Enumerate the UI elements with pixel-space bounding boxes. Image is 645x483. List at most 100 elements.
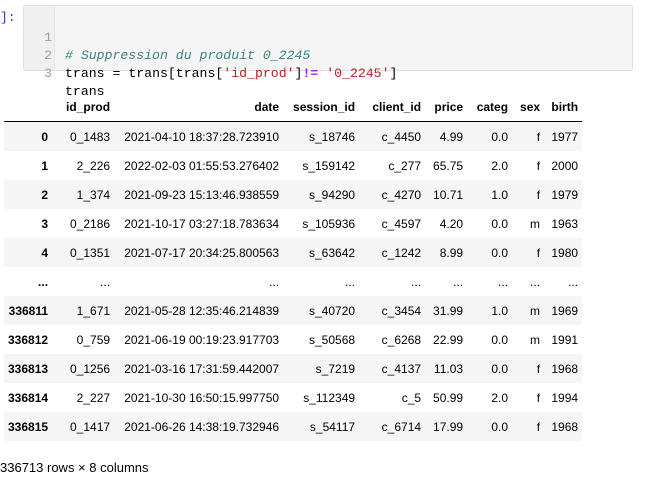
cell-client-id: c_4597 bbox=[381, 216, 422, 231]
cell-id-prod: 1_374 bbox=[76, 187, 111, 202]
cell-client-id: c_6268 bbox=[381, 332, 422, 347]
table-header: id_prod date session_id client_id price … bbox=[4, 92, 583, 122]
cell-session-id: s_54117 bbox=[309, 419, 356, 434]
cell-client-id: ... bbox=[411, 274, 422, 289]
cell-session-id: s_18746 bbox=[309, 129, 356, 144]
code-token: ] bbox=[389, 66, 398, 81]
cell-birth: 1991 bbox=[551, 332, 579, 347]
cell-client-id: c_4137 bbox=[381, 361, 422, 376]
cell-sex: f bbox=[536, 390, 541, 405]
cell-date: 2022-02-03 01:55:53.276402 bbox=[124, 158, 280, 173]
input-prompt: ]: bbox=[0, 10, 16, 25]
row-index: 336813 bbox=[8, 361, 49, 376]
cell-session-id: s_7219 bbox=[315, 361, 356, 376]
cell-client-id: c_277 bbox=[388, 158, 422, 173]
cell-categ: 0.0 bbox=[491, 129, 509, 144]
cell-price: 22.99 bbox=[433, 332, 464, 347]
cell-date: 2021-06-26 14:38:19.732946 bbox=[124, 419, 280, 434]
table-body: 0 0_1483 2021-04-10 18:37:28.723910 s_18746… bbox=[4, 121, 583, 441]
cell-price: 31.99 bbox=[433, 303, 464, 318]
cell-price: 11.03 bbox=[433, 361, 464, 376]
code-token: trans[trans[ bbox=[128, 66, 224, 81]
cell-session-id: s_105936 bbox=[302, 216, 356, 231]
row-index: 0 bbox=[41, 129, 49, 144]
cell-categ: 0.0 bbox=[491, 245, 509, 260]
row-index: 336815 bbox=[8, 419, 49, 434]
cell-categ: 0.0 bbox=[491, 216, 509, 231]
cell-birth: 1963 bbox=[551, 216, 579, 231]
cell-price: 17.99 bbox=[433, 419, 464, 434]
cell-price: 50.99 bbox=[433, 390, 464, 405]
code-line-2: 2 trans = trans[trans['id_prod']!= '0_22… bbox=[24, 29, 632, 81]
table-row: 2 1_374 2021-09-23 15:13:46.938559 s_94290 c… bbox=[4, 180, 583, 209]
row-index: 3 bbox=[41, 216, 49, 231]
cell-id-prod: 1_671 bbox=[76, 303, 111, 318]
column-header-client-id: client_id bbox=[359, 92, 426, 122]
cell-sex: m bbox=[530, 332, 541, 347]
cell-birth: ... bbox=[568, 274, 579, 289]
cell-categ: 0.0 bbox=[491, 361, 509, 376]
cell-id-prod: 0_1351 bbox=[70, 245, 111, 260]
cell-categ: 0.0 bbox=[491, 332, 509, 347]
cell-birth: 1968 bbox=[551, 361, 579, 376]
row-index: ... bbox=[38, 274, 49, 289]
dataframe-shape: 336713 rows × 8 columns bbox=[0, 460, 149, 475]
cell-date: 2021-10-17 03:27:18.783634 bbox=[124, 216, 280, 231]
cell-client-id: c_6714 bbox=[381, 419, 422, 434]
row-index: 2 bbox=[41, 187, 49, 202]
table-row: 336815 0_1417 2021-06-26 14:38:19.732946 s_… bbox=[4, 412, 583, 441]
cell-sex: f bbox=[536, 419, 541, 434]
column-header-session-id: session_id bbox=[283, 92, 360, 122]
cell-sex: m bbox=[530, 303, 541, 318]
row-index: 1 bbox=[41, 158, 49, 173]
cell-price: 4.99 bbox=[439, 129, 464, 144]
cell-date: 2021-03-16 17:31:59.442007 bbox=[124, 361, 280, 376]
cell-date: 2021-07-17 20:34:25.800563 bbox=[124, 245, 280, 260]
code-line-1: 1 # Suppression du produit 0_2245 bbox=[24, 11, 632, 63]
cell-id-prod: 2_227 bbox=[76, 390, 111, 405]
table-row: 1 2_226 2022-02-03 01:55:53.276402 s_159142… bbox=[4, 151, 583, 180]
code-token: = bbox=[104, 66, 129, 81]
code-string: 'id_prod' bbox=[223, 66, 295, 81]
column-header-birth: birth bbox=[544, 92, 583, 122]
cell-categ: 0.0 bbox=[491, 419, 509, 434]
code-operator: != bbox=[302, 66, 319, 81]
cell-id-prod: 2_226 bbox=[76, 158, 111, 173]
column-header-id-prod: id_prod bbox=[52, 92, 115, 122]
line-number: 3 bbox=[44, 66, 52, 81]
column-header-categ: categ bbox=[467, 92, 513, 122]
cell-birth: 2000 bbox=[551, 158, 579, 173]
row-index: 336811 bbox=[8, 303, 49, 318]
table-row: 336813 0_1256 2021-03-16 17:31:59.442007 s_… bbox=[4, 354, 583, 383]
cell-id-prod: 0_1417 bbox=[70, 419, 111, 434]
column-header-sex: sex bbox=[512, 92, 545, 122]
cell-sex: f bbox=[536, 158, 541, 173]
cell-birth: 1969 bbox=[551, 303, 579, 318]
cell-price: 4.20 bbox=[439, 216, 464, 231]
code-line-3: 3 trans bbox=[24, 47, 632, 99]
cell-date: 2021-09-23 15:13:46.938559 bbox=[124, 187, 280, 202]
cell-sex: ... bbox=[530, 274, 541, 289]
cell-date: 2021-06-19 00:19:23.917703 bbox=[124, 332, 280, 347]
cell-categ: 2.0 bbox=[491, 390, 509, 405]
row-index: 336814 bbox=[8, 390, 49, 405]
cell-price: 10.71 bbox=[433, 187, 464, 202]
table-row: 3 0_2186 2021-10-17 03:27:18.783634 s_10593… bbox=[4, 209, 583, 238]
header-row: id_prod date session_id client_id price … bbox=[4, 92, 583, 122]
cell-price: 8.99 bbox=[439, 245, 464, 260]
column-header-price: price bbox=[425, 92, 468, 122]
cell-categ: 1.0 bbox=[491, 303, 509, 318]
dataframe-table: id_prod date session_id client_id price … bbox=[4, 92, 583, 441]
table-row: 336812 0_759 2021-06-19 00:19:23.917703 s_5… bbox=[4, 325, 583, 354]
row-index: 4 bbox=[41, 245, 49, 260]
cell-sex: f bbox=[536, 187, 541, 202]
cell-client-id: c_4270 bbox=[381, 187, 422, 202]
cell-session-id: s_159142 bbox=[302, 158, 356, 173]
cell-client-id: c_4450 bbox=[381, 129, 422, 144]
code-cell[interactable]: 1 # Suppression du produit 0_2245 2 tran… bbox=[23, 5, 633, 99]
code-token: trans bbox=[65, 66, 105, 81]
cell-session-id: s_50568 bbox=[309, 332, 356, 347]
row-index: 336812 bbox=[8, 332, 49, 347]
cell-date: 2021-05-28 12:35:46.214839 bbox=[124, 303, 280, 318]
cell-session-id: s_63642 bbox=[309, 245, 356, 260]
